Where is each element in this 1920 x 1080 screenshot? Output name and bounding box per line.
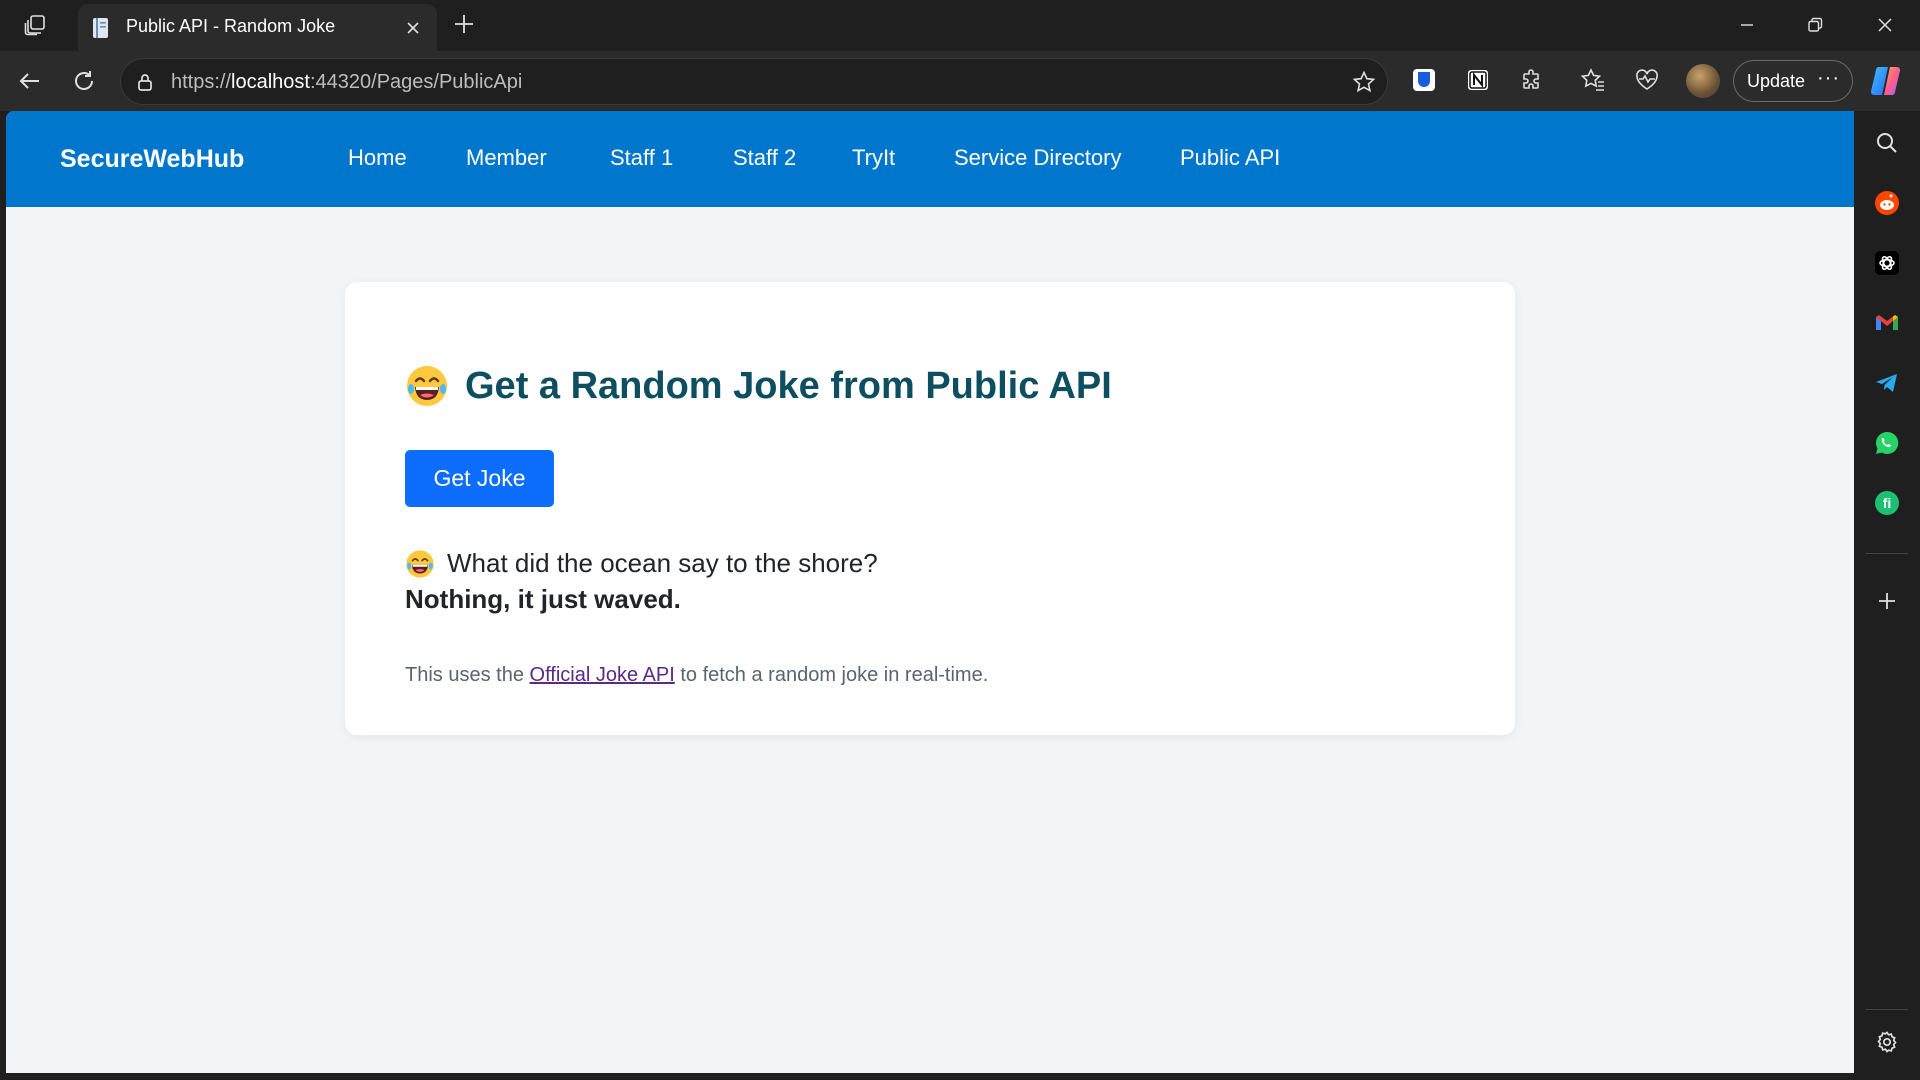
svg-text:fi: fi (1883, 495, 1892, 511)
joke-punchline: Nothing, it just waved. (405, 584, 681, 614)
get-joke-button[interactable]: Get Joke (405, 450, 554, 507)
browser-essentials-icon[interactable] (1631, 64, 1663, 96)
url-scheme: https:// (171, 71, 232, 93)
sidebar-divider (1866, 553, 1908, 554)
address-bar[interactable]: https://localhost:44320/Pages/PublicApi (120, 58, 1388, 105)
profile-avatar[interactable] (1686, 64, 1720, 98)
url-path: :44320/Pages/PublicApi (309, 71, 523, 93)
nav-link-member[interactable]: Member (466, 145, 547, 171)
nav-link-tryit[interactable]: TryIt (852, 145, 895, 171)
favorites-icon[interactable] (1577, 64, 1609, 96)
telegram-icon[interactable] (1872, 368, 1902, 398)
site-info-lock-icon[interactable] (133, 70, 157, 94)
close-window-icon[interactable] (1860, 6, 1910, 44)
page-favicon-icon (90, 16, 114, 40)
bitwarden-extension-icon[interactable] (1408, 64, 1440, 96)
whatsapp-icon[interactable] (1872, 428, 1902, 458)
new-tab-icon[interactable] (449, 9, 479, 39)
nav-link-staff-1[interactable]: Staff 1 (610, 145, 673, 171)
nav-link-public-api[interactable]: Public API (1180, 145, 1280, 171)
fiverr-icon[interactable]: fi (1872, 488, 1902, 518)
joke-setup-text: What did the ocean say to the shore? (447, 548, 878, 578)
joke-setup: What did the ocean say to the shore? (405, 548, 878, 579)
laughing-emoji-icon (407, 366, 447, 406)
notion-extension-icon[interactable] (1462, 64, 1494, 96)
update-button[interactable]: Update ··· (1733, 60, 1853, 102)
url-host: localhost (231, 71, 310, 93)
footnote-prefix: This uses the (405, 664, 530, 686)
search-icon[interactable] (1872, 128, 1902, 158)
laughing-emoji-icon (406, 549, 434, 578)
sidebar-divider (1866, 1009, 1908, 1010)
chatgpt-icon[interactable] (1872, 248, 1902, 278)
site-brand[interactable]: SecureWebHub (60, 145, 244, 174)
heading-text: Get a Random Joke from Public API (465, 364, 1112, 407)
nav-link-service-directory[interactable]: Service Directory (954, 145, 1121, 171)
restore-icon[interactable] (1790, 6, 1840, 44)
reddit-icon[interactable] (1872, 188, 1902, 218)
more-options-icon[interactable]: ··· (1817, 67, 1840, 90)
tab-strip: Public API - Random Joke (0, 0, 1920, 51)
extensions-puzzle-icon[interactable] (1516, 64, 1548, 96)
nav-link-staff-2[interactable]: Staff 2 (733, 145, 796, 171)
edge-sidebar: fi (1854, 111, 1920, 1080)
refresh-icon[interactable] (66, 63, 102, 99)
browser-toolbar: https://localhost:44320/Pages/PublicApi … (0, 51, 1920, 111)
url-text[interactable]: https://localhost:44320/Pages/PublicApi (171, 71, 522, 94)
workspaces-icon[interactable] (20, 10, 50, 40)
page-viewport: SecureWebHub Home Member Staff 1 Staff 2… (6, 111, 1854, 1073)
back-icon[interactable] (12, 63, 48, 99)
window-bottom-edge (0, 1073, 1854, 1080)
gmail-icon[interactable] (1872, 308, 1902, 338)
official-joke-api-link[interactable]: Official Joke API (530, 664, 675, 686)
footnote-suffix: to fetch a random joke in real-time. (674, 664, 989, 686)
joke-card: Get a Random Joke from Public API Get Jo… (345, 282, 1515, 735)
active-tab[interactable]: Public API - Random Joke (78, 4, 437, 51)
site-navbar: SecureWebHub Home Member Staff 1 Staff 2… (6, 111, 1854, 207)
tab-title: Public API - Random Joke (126, 16, 336, 36)
nav-link-home[interactable]: Home (348, 145, 407, 171)
close-tab-icon[interactable] (401, 16, 425, 40)
minimize-icon[interactable] (1722, 6, 1772, 44)
page-title: Get a Random Joke from Public API (405, 364, 1112, 408)
update-label: Update (1747, 70, 1806, 91)
settings-icon[interactable] (1872, 1027, 1902, 1057)
favorite-star-icon[interactable] (1351, 69, 1377, 95)
add-icon[interactable] (1872, 586, 1902, 616)
api-footnote: This uses the Official Joke API to fetch… (405, 664, 988, 687)
copilot-icon[interactable] (1868, 63, 1904, 99)
